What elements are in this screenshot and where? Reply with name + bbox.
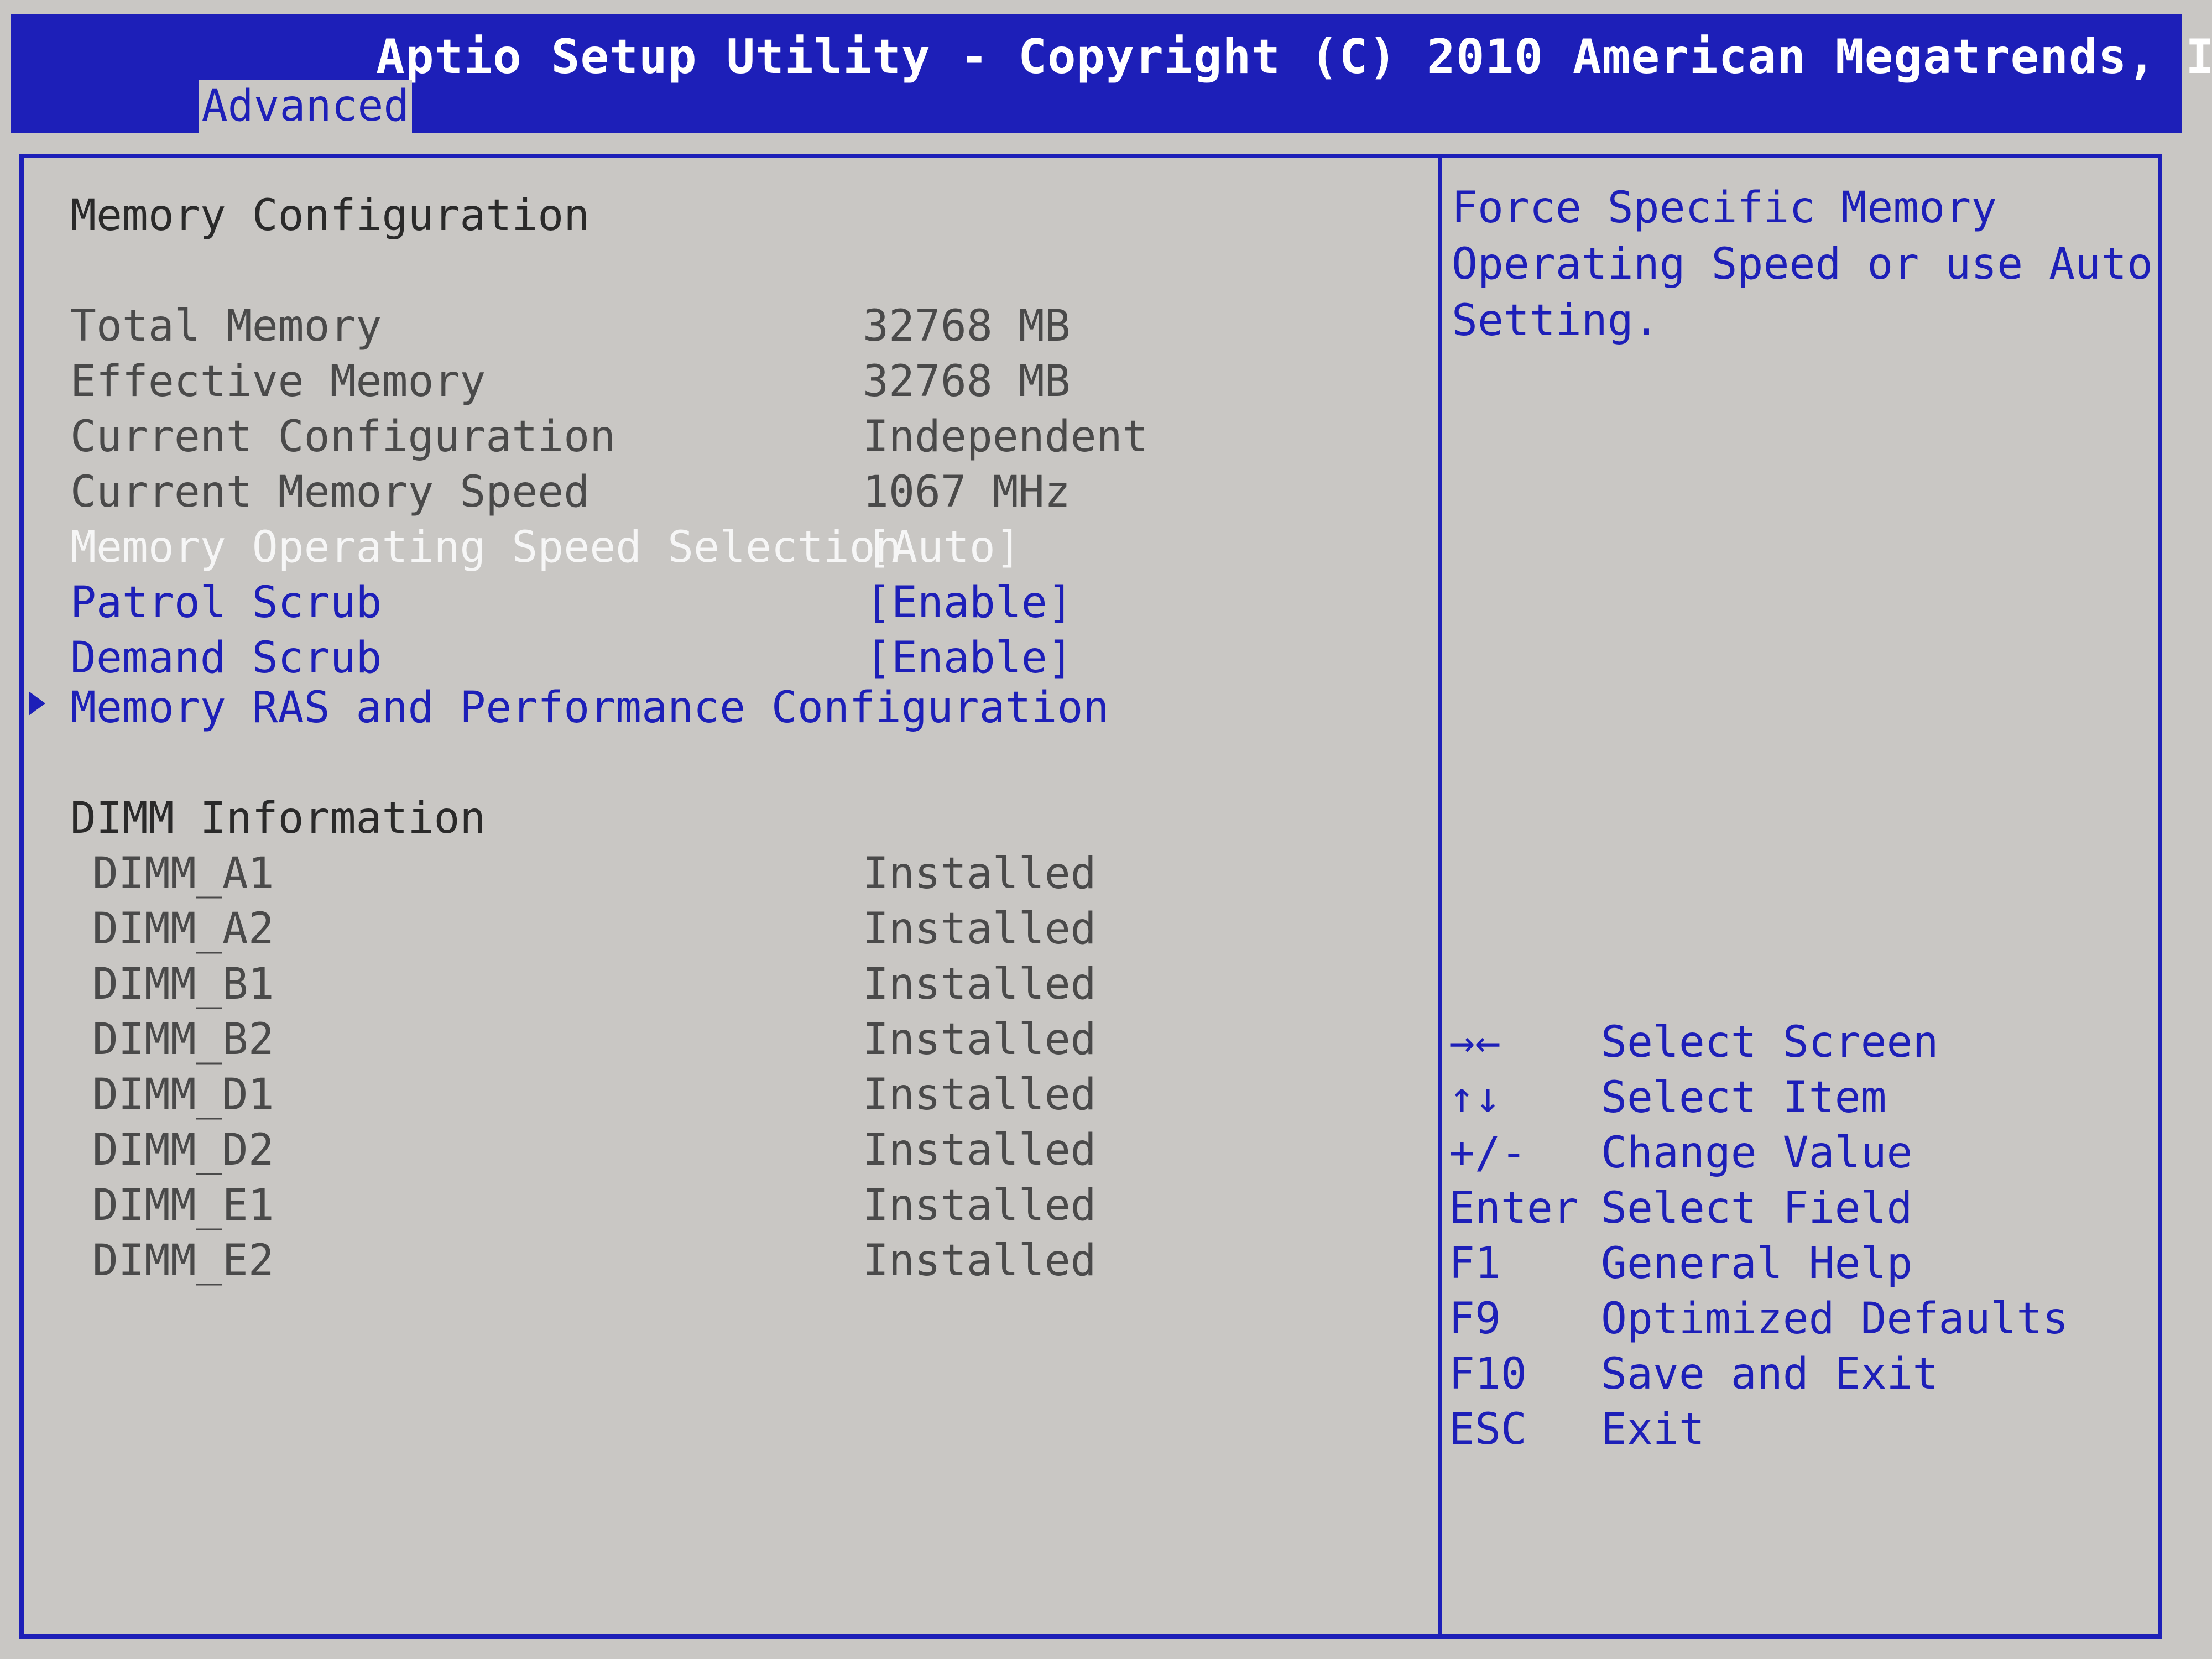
key-desc-save-and-exit: Save and Exit (1601, 1349, 1939, 1399)
key-f9: F9 (1449, 1294, 1501, 1344)
key-enter: Enter (1449, 1183, 1579, 1233)
key-desc-select-screen: Select Screen (1601, 1018, 1939, 1067)
key-f1: F1 (1449, 1239, 1501, 1288)
dimm-label: DIMM_D2 (92, 1125, 274, 1175)
dimm-label: DIMM_A2 (92, 904, 274, 954)
dimm-status: Installed (863, 904, 1097, 954)
window-title: Aptio Setup Utility - Copyright (C) 2010… (376, 29, 2212, 85)
dimm-status: Installed (863, 849, 1097, 899)
dimm-label: DIMM_B2 (92, 1015, 274, 1065)
key-desc-select-item: Select Item (1601, 1073, 1887, 1123)
tab-advanced[interactable]: Advanced (199, 80, 412, 133)
key-desc-optimized-defaults: Optimized Defaults (1601, 1294, 2069, 1344)
key-arrows-left-right-icon: →← (1449, 1018, 1501, 1067)
key-desc-general-help: General Help (1601, 1239, 1913, 1288)
dimm-label: DIMM_D1 (92, 1070, 274, 1120)
option-demand-scrub[interactable]: Demand Scrub (70, 630, 382, 686)
info-value-current-memory-speed: 1067 MHz (863, 467, 1071, 517)
info-label-effective-memory: Effective Memory (70, 357, 486, 406)
help-description: Force Specific Memory Operating Speed or… (1452, 183, 2153, 346)
dimm-label: DIMM_E1 (92, 1181, 274, 1230)
info-label-current-configuration: Current Configuration (70, 412, 616, 462)
dimm-status: Installed (863, 1236, 1097, 1286)
key-desc-select-field: Select Field (1601, 1183, 1913, 1233)
info-value-total-memory: 32768 MB (863, 301, 1071, 351)
dimm-label: DIMM_A1 (92, 849, 274, 899)
dimm-section-title: DIMM Information (70, 794, 486, 843)
section-title: Memory Configuration (70, 191, 590, 241)
option-value-memory-operating-speed[interactable]: [Auto] (865, 520, 1021, 575)
option-patrol-scrub[interactable]: Patrol Scrub (70, 575, 382, 630)
key-arrows-up-down-icon: ↑↓ (1449, 1073, 1501, 1123)
dimm-label: DIMM_B1 (92, 959, 274, 1009)
submenu-memory-ras-performance[interactable]: Memory RAS and Performance Configuration (70, 680, 1109, 735)
key-esc: ESC (1449, 1405, 1527, 1454)
option-value-patrol-scrub[interactable]: [Enable] (865, 575, 1073, 630)
dimm-status: Installed (863, 1070, 1097, 1120)
help-panel (1438, 154, 2162, 1639)
dimm-status: Installed (863, 1015, 1097, 1065)
option-value-demand-scrub[interactable]: [Enable] (865, 630, 1073, 686)
dimm-label: DIMM_E2 (92, 1236, 274, 1286)
dimm-status: Installed (863, 1181, 1097, 1230)
info-label-current-memory-speed: Current Memory Speed (70, 467, 590, 517)
key-desc-change-value: Change Value (1601, 1128, 1913, 1178)
key-f10: F10 (1449, 1349, 1527, 1399)
info-value-current-configuration: Independent (863, 412, 1149, 462)
key-plus-minus: +/- (1449, 1128, 1527, 1178)
dimm-status: Installed (863, 959, 1097, 1009)
dimm-status: Installed (863, 1125, 1097, 1175)
info-value-effective-memory: 32768 MB (863, 357, 1071, 406)
key-desc-exit: Exit (1601, 1405, 1705, 1454)
option-memory-operating-speed-selection[interactable]: Memory Operating Speed Selection (70, 520, 901, 575)
info-label-total-memory: Total Memory (70, 301, 382, 351)
bios-screen: Aptio Setup Utility - Copyright (C) 2010… (0, 0, 2212, 1659)
submenu-arrow-icon (29, 691, 45, 716)
